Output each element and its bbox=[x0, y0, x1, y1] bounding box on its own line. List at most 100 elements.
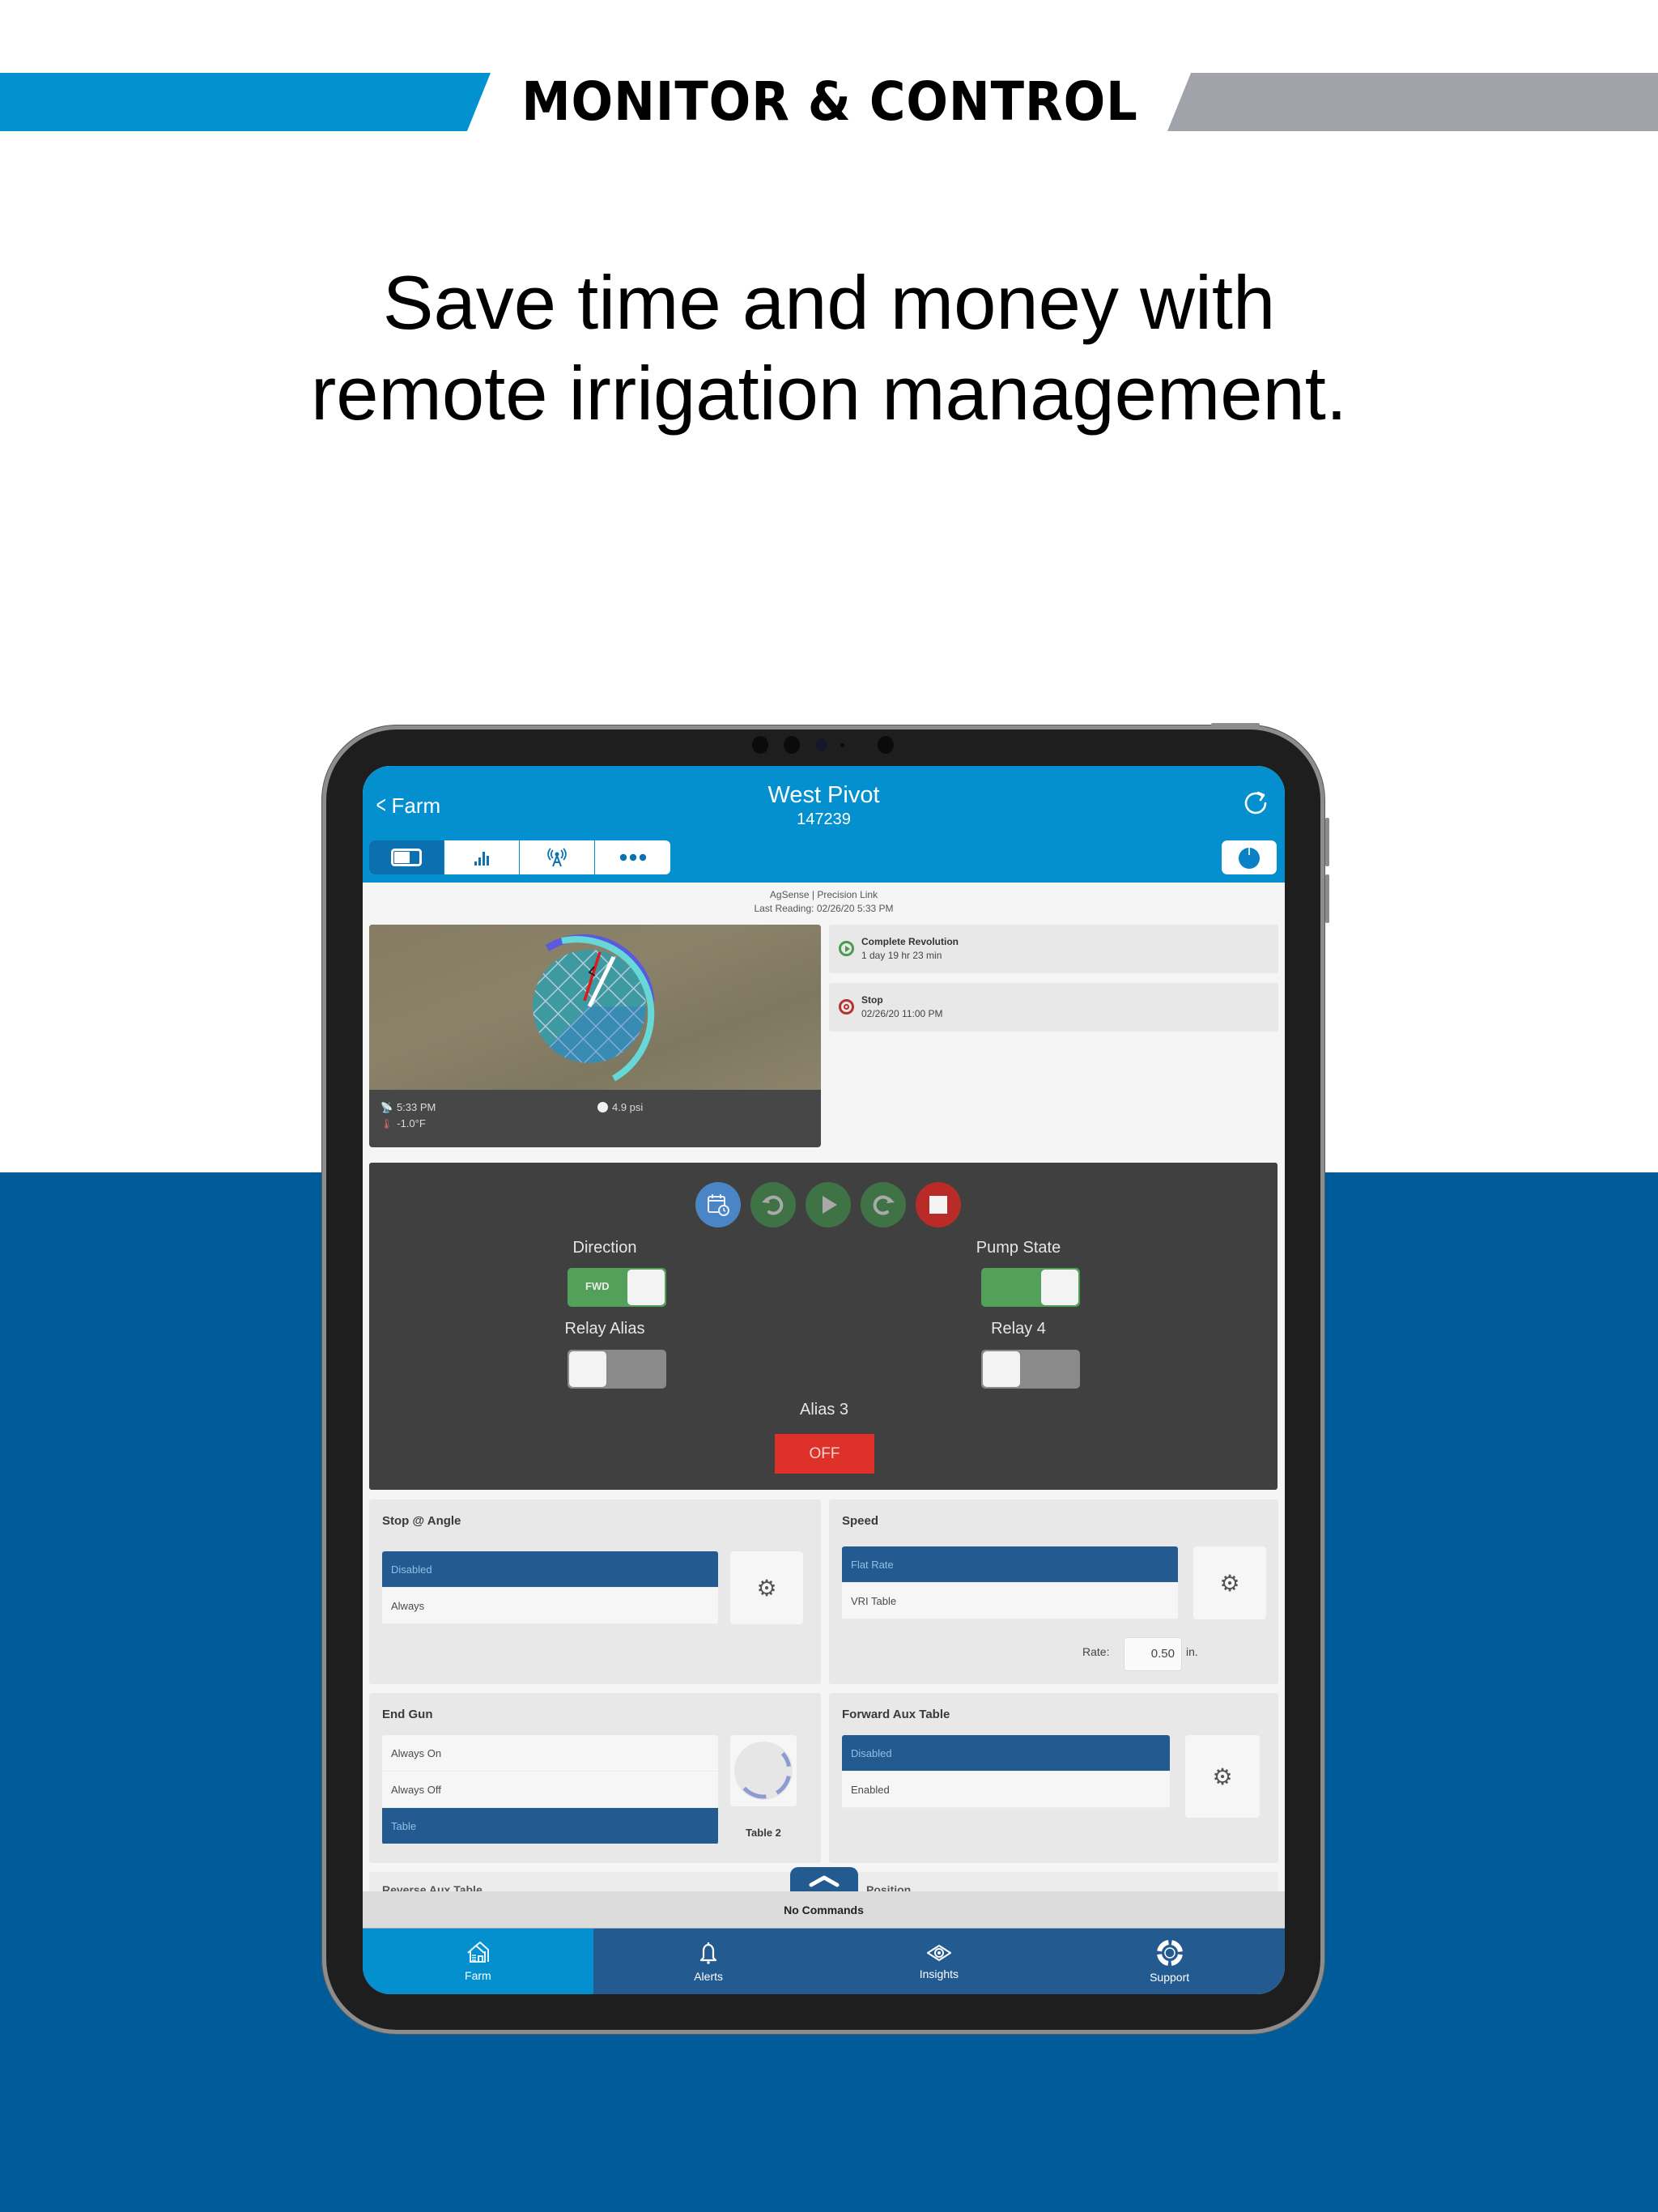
direction-state: FWD bbox=[585, 1280, 610, 1292]
stop-at-angle-card: Stop @ Angle Disabled Always ⚙ bbox=[369, 1499, 821, 1684]
power-button[interactable] bbox=[1222, 840, 1277, 874]
direction-label: Direction bbox=[572, 1239, 637, 1257]
schedule-button[interactable] bbox=[695, 1182, 741, 1227]
card-title: Forward Aux Table bbox=[842, 1708, 950, 1721]
power-dial-icon bbox=[1239, 848, 1260, 869]
option-disabled[interactable]: Disabled bbox=[382, 1551, 718, 1588]
status-title: Stop bbox=[861, 994, 883, 1006]
stop-icon bbox=[929, 1196, 947, 1214]
alias-3-off-button[interactable]: OFF bbox=[775, 1434, 874, 1474]
pump-state-toggle[interactable] bbox=[981, 1268, 1080, 1307]
bell-icon bbox=[700, 1942, 717, 1964]
stop-button[interactable] bbox=[916, 1182, 961, 1227]
antenna-icon bbox=[547, 848, 567, 867]
pivot-title: West Pivot bbox=[767, 782, 880, 808]
command-status-bar: No Commands bbox=[363, 1891, 1285, 1929]
lifebuoy-icon bbox=[1156, 1939, 1183, 1966]
headline-line-2: remote irrigation management. bbox=[310, 351, 1348, 436]
direction-toggle[interactable]: FWD bbox=[568, 1268, 666, 1307]
tablet-volume-down bbox=[1325, 874, 1329, 923]
pump-state-label: Pump State bbox=[976, 1239, 1061, 1257]
status-card-stop[interactable]: Stop 02/26/20 11:00 PM bbox=[829, 983, 1278, 1032]
stop-angle-settings-button[interactable]: ⚙ bbox=[730, 1551, 803, 1624]
segment-controls[interactable] bbox=[369, 840, 444, 874]
tab-insights[interactable]: Insights bbox=[824, 1929, 1055, 1994]
tab-label: Alerts bbox=[694, 1969, 724, 1983]
tab-label: Support bbox=[1150, 1970, 1190, 1984]
option-always-off[interactable]: Always Off bbox=[382, 1772, 718, 1808]
camera-dot bbox=[752, 736, 768, 754]
speed-settings-button[interactable]: ⚙ bbox=[1193, 1546, 1266, 1619]
status-detail: 02/26/20 11:00 PM bbox=[861, 1008, 943, 1019]
segment-charts[interactable] bbox=[444, 840, 520, 874]
device-info: AgSense | Precision Link Last Reading: 0… bbox=[363, 888, 1285, 916]
tablet-volume-up bbox=[1325, 818, 1329, 866]
relay-alias-label: Relay Alias bbox=[564, 1320, 645, 1338]
camera-sensor bbox=[840, 743, 844, 747]
bar-chart-icon bbox=[474, 852, 489, 866]
end-gun-table-button[interactable] bbox=[730, 1735, 797, 1806]
stop-at-angle-options: Disabled Always bbox=[382, 1551, 718, 1624]
stop-circle-icon bbox=[839, 999, 854, 1015]
option-enabled[interactable]: Enabled bbox=[842, 1772, 1170, 1808]
relay-4-toggle[interactable] bbox=[981, 1350, 1080, 1389]
antenna-icon: 📡 bbox=[380, 1101, 393, 1113]
option-always-on[interactable]: Always On bbox=[382, 1735, 718, 1772]
option-flat-rate[interactable]: Flat Rate bbox=[842, 1546, 1178, 1583]
option-vri-table[interactable]: VRI Table bbox=[842, 1583, 1178, 1619]
brand-label: AgSense | Precision Link bbox=[769, 889, 878, 900]
rate-unit: in. bbox=[1186, 1645, 1198, 1658]
more-dots-icon bbox=[619, 853, 646, 861]
tab-label: Insights bbox=[919, 1967, 959, 1980]
control-panel: Direction FWD Pump State Relay Alias Rel… bbox=[369, 1163, 1278, 1490]
rotate-left-icon bbox=[762, 1195, 784, 1215]
speed-options: Flat Rate VRI Table bbox=[842, 1546, 1178, 1619]
tab-support[interactable]: Support bbox=[1054, 1929, 1285, 1994]
refresh-icon[interactable] bbox=[1239, 787, 1272, 819]
forward-aux-settings-button[interactable]: ⚙ bbox=[1185, 1735, 1260, 1818]
rate-input[interactable]: 0.50 bbox=[1124, 1637, 1182, 1671]
relay-alias-toggle[interactable] bbox=[568, 1350, 666, 1389]
start-button[interactable] bbox=[806, 1182, 851, 1227]
status-card-revolution[interactable]: Complete Revolution 1 day 19 hr 23 min bbox=[829, 925, 1278, 973]
tab-alerts[interactable]: Alerts bbox=[593, 1929, 824, 1994]
banner-left-bar bbox=[0, 73, 491, 131]
satellite-map[interactable] bbox=[369, 925, 821, 1090]
tab-label: Farm bbox=[465, 1968, 491, 1982]
bottom-tab-bar: Farm Alerts Insights Support bbox=[363, 1929, 1285, 1994]
reading-time: 📡 5:33 PM bbox=[380, 1101, 436, 1113]
option-disabled[interactable]: Disabled bbox=[842, 1735, 1170, 1772]
end-gun-options: Always On Always Off Table bbox=[382, 1735, 718, 1844]
rate-label: Rate: bbox=[1082, 1645, 1110, 1658]
gear-icon: ⚙ bbox=[1212, 1763, 1233, 1789]
play-circle-icon bbox=[839, 941, 854, 956]
alias-3-label: Alias 3 bbox=[799, 1401, 849, 1419]
gauge-icon bbox=[597, 1102, 608, 1112]
option-table[interactable]: Table bbox=[382, 1808, 718, 1844]
banner-right-bar bbox=[1167, 73, 1658, 131]
segment-telemetry[interactable] bbox=[520, 840, 595, 874]
pivot-id: 147239 bbox=[797, 810, 851, 828]
card-title: Stop @ Angle bbox=[382, 1514, 461, 1528]
card-title: End Gun bbox=[382, 1708, 433, 1721]
forward-button[interactable] bbox=[861, 1182, 906, 1227]
reading-pressure: 4.9 psi bbox=[597, 1101, 643, 1113]
speed-card: Speed Flat Rate VRI Table ⚙ Rate: 0.50 i… bbox=[829, 1499, 1278, 1684]
app-header: < Farm West Pivot 147239 bbox=[363, 766, 1285, 883]
option-always[interactable]: Always bbox=[382, 1588, 718, 1624]
toggle-view-icon bbox=[391, 849, 422, 866]
camera-lens bbox=[816, 738, 827, 751]
reverse-button[interactable] bbox=[750, 1182, 796, 1227]
toggle-knob bbox=[569, 1351, 606, 1387]
pivot-map-card[interactable]: 📡 5:33 PM 🌡 -1.0°F 4.9 psi bbox=[369, 925, 821, 1147]
status-detail: 1 day 19 hr 23 min bbox=[861, 950, 942, 961]
play-icon bbox=[823, 1196, 837, 1214]
gear-icon: ⚙ bbox=[756, 1575, 777, 1601]
toggle-knob bbox=[983, 1351, 1020, 1387]
tab-farm[interactable]: Farm bbox=[363, 1929, 593, 1994]
end-gun-card: End Gun Always On Always Off Table Table… bbox=[369, 1693, 821, 1863]
command-drawer-handle[interactable] bbox=[790, 1867, 858, 1895]
pivot-diagram bbox=[533, 934, 655, 1082]
segment-more[interactable] bbox=[595, 840, 670, 874]
chevron-up-icon bbox=[809, 1875, 840, 1887]
